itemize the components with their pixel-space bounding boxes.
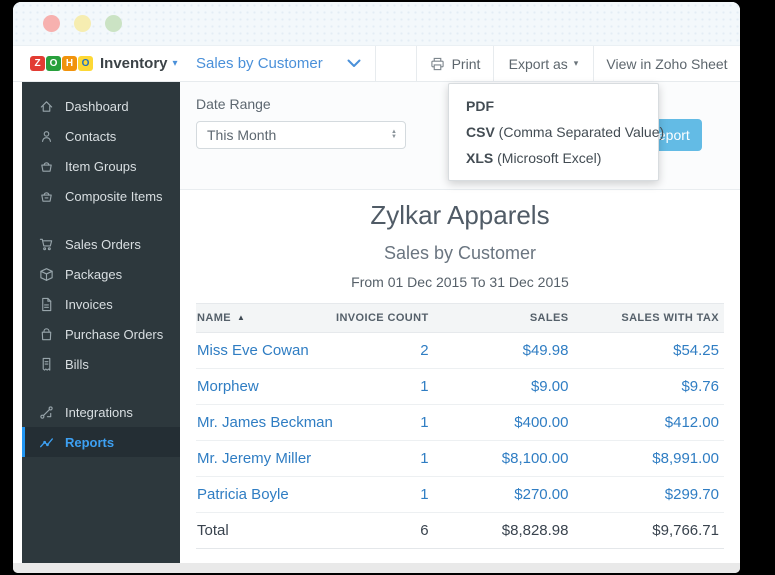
table-total-row: Total 6 $8,828.98 $9,766.71 — [196, 513, 724, 549]
table-row: Mr. James Beckman 1 $400.00 $412.00 — [196, 405, 724, 441]
invoice-count-cell: 1 — [328, 405, 434, 441]
total-label: Total — [196, 513, 328, 549]
table-row: Mr. Jeremy Miller 1 $8,100.00 $8,991.00 — [196, 441, 724, 477]
export-as-menu: PDF CSV (Comma Separated Value) XLS (Mic… — [448, 83, 659, 181]
total-sales: $8,828.98 — [434, 513, 574, 549]
export-csv-item[interactable]: CSV (Comma Separated Value) — [449, 119, 658, 145]
total-sales-with-tax: $9,766.71 — [574, 513, 725, 549]
table-row: Miss Eve Cowan 2 $49.98 $54.25 — [196, 333, 724, 369]
app-header: Z O H O Inventory ▾ Sales by Customer Pr… — [13, 46, 740, 82]
column-header-name[interactable]: NAME▲ — [196, 304, 328, 333]
customer-link[interactable]: Miss Eve Cowan — [196, 333, 328, 369]
view-in-zoho-sheet-button[interactable]: View in Zoho Sheet — [594, 46, 740, 81]
basket-icon — [39, 159, 54, 174]
integrations-icon — [39, 405, 54, 420]
export-xls-item[interactable]: XLS (Microsoft Excel) — [449, 145, 658, 171]
date-range-select[interactable]: This Month ▲▼ — [196, 121, 406, 149]
zoho-inventory-logo[interactable]: Z O H O Inventory ▾ — [13, 55, 180, 72]
sidebar-item-contacts[interactable]: Contacts — [22, 121, 180, 151]
sidebar-item-invoices[interactable]: Invoices — [22, 289, 180, 319]
sidebar-item-integrations[interactable]: Integrations — [22, 397, 180, 427]
view-in-zoho-sheet-label: View in Zoho Sheet — [606, 56, 727, 72]
sidebar-item-dashboard[interactable]: Dashboard — [22, 91, 180, 121]
sidebar-item-reports[interactable]: Reports — [22, 427, 180, 457]
sales-with-tax-cell: $9.76 — [574, 369, 725, 405]
sales-with-tax-cell: $54.25 — [574, 333, 725, 369]
fullscreen-window-button[interactable] — [105, 15, 122, 32]
close-window-button[interactable] — [43, 15, 60, 32]
header-menu: Print Export as ▾ View in Zoho Sheet — [416, 46, 740, 81]
caret-down-icon: ▾ — [574, 58, 579, 69]
print-button[interactable]: Print — [416, 46, 494, 81]
print-label: Print — [452, 56, 481, 72]
column-header-invoice-count[interactable]: INVOICE COUNT — [328, 304, 434, 333]
date-range-value: This Month — [207, 127, 276, 143]
table-row: Morphew 1 $9.00 $9.76 — [196, 369, 724, 405]
sales-cell: $8,100.00 — [434, 441, 574, 477]
sidebar-item-purchase-orders[interactable]: Purchase Orders — [22, 319, 180, 349]
sales-with-tax-cell: $299.70 — [574, 477, 725, 513]
sales-cell: $49.98 — [434, 333, 574, 369]
invoice-count-cell: 2 — [328, 333, 434, 369]
sales-cell: $9.00 — [434, 369, 574, 405]
report-area: Zylkar Apparels Sales by Customer From 0… — [180, 190, 740, 563]
sort-asc-icon: ▲ — [237, 313, 245, 322]
sales-with-tax-cell: $8,991.00 — [574, 441, 725, 477]
table-row: Patricia Boyle 1 $270.00 $299.70 — [196, 477, 724, 513]
customer-link[interactable]: Mr. James Beckman — [196, 405, 328, 441]
sales-by-customer-table: NAME▲ INVOICE COUNT SALES SALES WITH TAX… — [196, 303, 724, 549]
column-header-sales-with-tax[interactable]: SALES WITH TAX — [574, 304, 725, 333]
bag-icon — [39, 327, 54, 342]
invoice-count-cell: 1 — [328, 441, 434, 477]
sidebar-item-item-groups[interactable]: Item Groups — [22, 151, 180, 181]
customer-link[interactable]: Mr. Jeremy Miller — [196, 441, 328, 477]
chevron-down-icon — [347, 59, 361, 68]
export-as-label: Export as — [509, 56, 568, 72]
zoho-logo-letter: Z — [30, 56, 45, 71]
table-header-row: NAME▲ INVOICE COUNT SALES SALES WITH TAX — [196, 304, 724, 333]
report-selector-dropdown[interactable]: Sales by Customer — [180, 46, 376, 81]
window-bottom-edge — [13, 563, 740, 573]
total-invoice-count: 6 — [328, 513, 434, 549]
sales-with-tax-cell: $412.00 — [574, 405, 725, 441]
invoice-count-cell: 1 — [328, 369, 434, 405]
zoho-logo-letter: O — [46, 56, 61, 71]
invoice-count-cell: 1 — [328, 477, 434, 513]
basket-icon — [39, 189, 54, 204]
report-company-name: Zylkar Apparels — [180, 200, 740, 231]
window-titlebar — [13, 2, 740, 46]
product-name: Inventory — [100, 55, 168, 72]
printer-icon — [430, 57, 445, 71]
sidebar: Dashboard Contacts Item Groups Composite… — [22, 82, 180, 563]
column-header-sales[interactable]: SALES — [434, 304, 574, 333]
sidebar-item-composite-items[interactable]: Composite Items — [22, 181, 180, 211]
person-icon — [39, 129, 54, 144]
sidebar-item-sales-orders[interactable]: Sales Orders — [22, 229, 180, 259]
receipt-icon — [39, 357, 54, 372]
chart-line-icon — [39, 435, 54, 450]
customer-link[interactable]: Patricia Boyle — [196, 477, 328, 513]
minimize-window-button[interactable] — [74, 15, 91, 32]
document-icon — [39, 297, 54, 312]
home-icon — [39, 99, 54, 114]
export-pdf-item[interactable]: PDF — [449, 93, 658, 119]
sales-cell: $400.00 — [434, 405, 574, 441]
select-spinner-icon: ▲▼ — [391, 130, 397, 140]
sales-cell: $270.00 — [434, 477, 574, 513]
sales-table-wrap: NAME▲ INVOICE COUNT SALES SALES WITH TAX… — [196, 303, 724, 549]
browser-window: Z O H O Inventory ▾ Sales by Customer Pr… — [13, 2, 740, 573]
report-period: From 01 Dec 2015 To 31 Dec 2015 — [180, 274, 740, 290]
package-icon — [39, 267, 54, 282]
report-title: Sales by Customer — [180, 243, 740, 264]
report-selector-label: Sales by Customer — [196, 55, 323, 72]
customer-link[interactable]: Morphew — [196, 369, 328, 405]
sidebar-item-bills[interactable]: Bills — [22, 349, 180, 379]
cart-icon — [39, 237, 54, 252]
zoho-logo-letter: O — [78, 56, 93, 71]
zoho-logo-letter: H — [62, 56, 77, 71]
sidebar-item-packages[interactable]: Packages — [22, 259, 180, 289]
export-as-button[interactable]: Export as ▾ — [494, 46, 594, 81]
org-switch-caret-icon: ▾ — [173, 58, 178, 69]
